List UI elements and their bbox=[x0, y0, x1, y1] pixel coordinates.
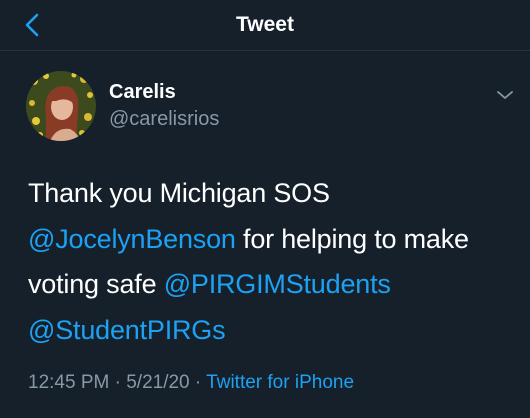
tweet-text-line1: Thank you Michigan SOS bbox=[28, 178, 330, 208]
page-title: Tweet bbox=[236, 13, 294, 36]
tweet-text-segment: for helping to make bbox=[235, 223, 469, 254]
tweet-header: Carelis @carelisrios bbox=[0, 51, 530, 151]
more-options-button[interactable] bbox=[494, 87, 516, 103]
tweet-text-segment: voting safe bbox=[28, 269, 164, 299]
mention-jocelynbenson[interactable]: @JocelynBenson bbox=[28, 224, 236, 254]
author-handle[interactable]: @carelisrios bbox=[109, 108, 219, 131]
avatar-photo bbox=[26, 71, 96, 141]
avatar[interactable] bbox=[26, 71, 96, 141]
tweet-date: 5/21/20 bbox=[126, 372, 190, 393]
author-display-name[interactable]: Carelis bbox=[109, 81, 176, 104]
mention-studentpirgs[interactable]: @StudentPIRGs bbox=[28, 315, 226, 345]
tweet-text: Thank you Michigan SOS @JocelynBenson for… bbox=[28, 171, 518, 353]
meta-separator: · bbox=[109, 372, 127, 393]
tweet-time: 12:45 PM bbox=[28, 372, 110, 393]
meta-separator: · bbox=[189, 372, 207, 393]
mention-pirgimstudents[interactable]: @PIRGIMStudents bbox=[164, 269, 391, 299]
chevron-down-icon bbox=[497, 91, 513, 99]
tweet-source-link[interactable]: Twitter for iPhone bbox=[206, 372, 354, 393]
top-nav-bar: Tweet bbox=[0, 0, 530, 51]
tweet-metadata: 12:45 PM · 5/21/20 · Twitter for iPhone bbox=[28, 372, 354, 394]
